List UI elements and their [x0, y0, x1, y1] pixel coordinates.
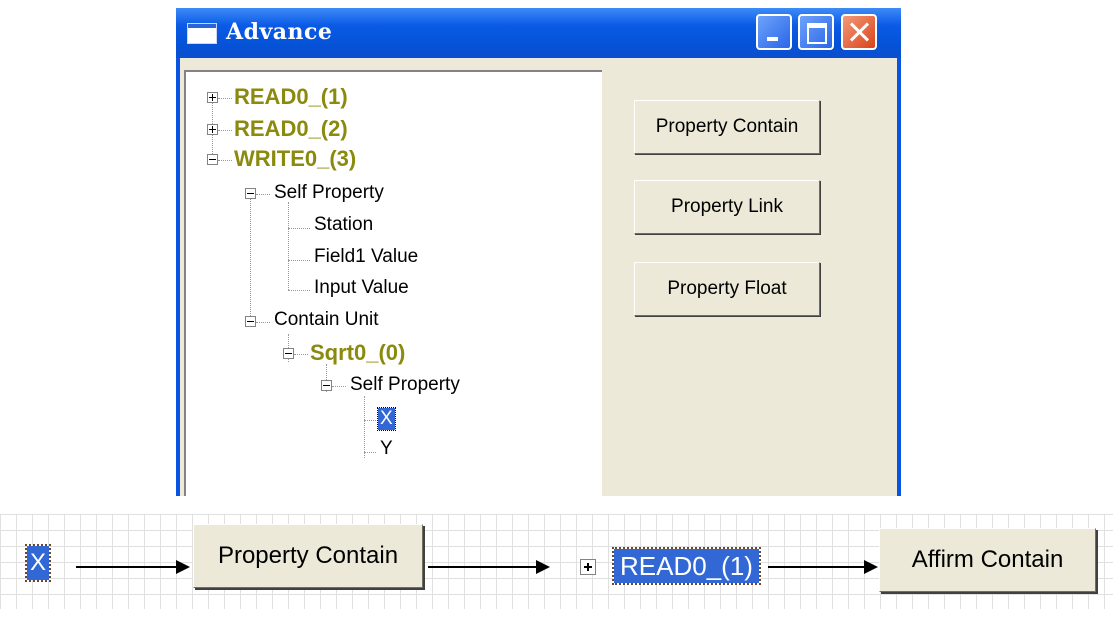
collapse-icon[interactable]	[283, 348, 294, 359]
tree-connector	[218, 130, 232, 131]
flow-target-node: READ0_(1)	[566, 546, 766, 586]
tree-node-sqrt-self-property[interactable]: Self Property	[350, 374, 460, 396]
expand-icon	[580, 559, 596, 575]
tree-node-field1-value[interactable]: Field1 Value	[314, 246, 418, 268]
tree-node-sqrt0-0[interactable]: Sqrt0_(0)	[310, 340, 405, 366]
close-button[interactable]	[841, 14, 877, 50]
tree-node-write0-3[interactable]: WRITE0_(3)	[234, 146, 356, 172]
tree-node-contain-unit[interactable]: Contain Unit	[274, 309, 379, 331]
tree-connector	[218, 160, 232, 161]
tree-connector	[364, 420, 376, 421]
tree-connector	[294, 354, 308, 355]
collapse-icon[interactable]	[245, 188, 256, 199]
maximize-button[interactable]	[798, 14, 834, 50]
advance-window: Advance READ0_(1) READ0_(2) WRITE0_(3) S…	[176, 8, 901, 496]
tree-node-self-property[interactable]: Self Property	[274, 182, 384, 204]
tree-connector	[250, 196, 251, 320]
collapse-icon[interactable]	[207, 154, 218, 165]
collapse-icon[interactable]	[245, 316, 256, 327]
flow-selected-x: X	[25, 544, 51, 582]
expand-icon[interactable]	[207, 92, 218, 103]
flow-affirm-contain-button[interactable]: Affirm Contain	[879, 528, 1096, 592]
tree-connector	[218, 98, 232, 99]
tree-connector	[364, 396, 365, 458]
flow-arrow-icon	[76, 560, 190, 574]
tree-connector	[364, 452, 376, 453]
window-client-area: READ0_(1) READ0_(2) WRITE0_(3) Self Prop…	[180, 58, 897, 496]
flow-arrow-icon	[768, 560, 878, 574]
tree-connector	[256, 322, 270, 323]
tree-node-station[interactable]: Station	[314, 214, 373, 236]
tree-connector	[288, 228, 310, 229]
tree-connector	[288, 202, 289, 290]
flow-arrow-icon	[428, 560, 550, 574]
tree-node-x-selected[interactable]: X	[377, 407, 396, 431]
tree-node-input-value[interactable]: Input Value	[314, 277, 409, 299]
tree-node-y[interactable]: Y	[380, 438, 393, 460]
tree-connector	[288, 260, 310, 261]
title-bar[interactable]: Advance	[176, 8, 901, 58]
property-link-button[interactable]: Property Link	[634, 180, 820, 234]
property-contain-button[interactable]: Property Contain	[634, 100, 820, 154]
flow-property-contain-button[interactable]: Property Contain	[193, 524, 423, 588]
property-float-button[interactable]: Property Float	[634, 262, 820, 316]
tree-connector	[332, 386, 346, 387]
tree-connector	[256, 194, 270, 195]
minimize-button[interactable]	[756, 14, 792, 50]
expand-icon[interactable]	[207, 124, 218, 135]
tree-node-read0-2[interactable]: READ0_(2)	[234, 116, 348, 142]
window-title: Advance	[226, 19, 333, 45]
unit-tree-view[interactable]: READ0_(1) READ0_(2) WRITE0_(3) Self Prop…	[184, 70, 602, 496]
collapse-icon[interactable]	[321, 380, 332, 391]
window-app-icon	[187, 23, 217, 44]
tree-connector	[288, 290, 310, 291]
flow-target-read0-1: READ0_(1)	[612, 547, 761, 585]
tree-node-read0-1[interactable]: READ0_(1)	[234, 84, 348, 110]
